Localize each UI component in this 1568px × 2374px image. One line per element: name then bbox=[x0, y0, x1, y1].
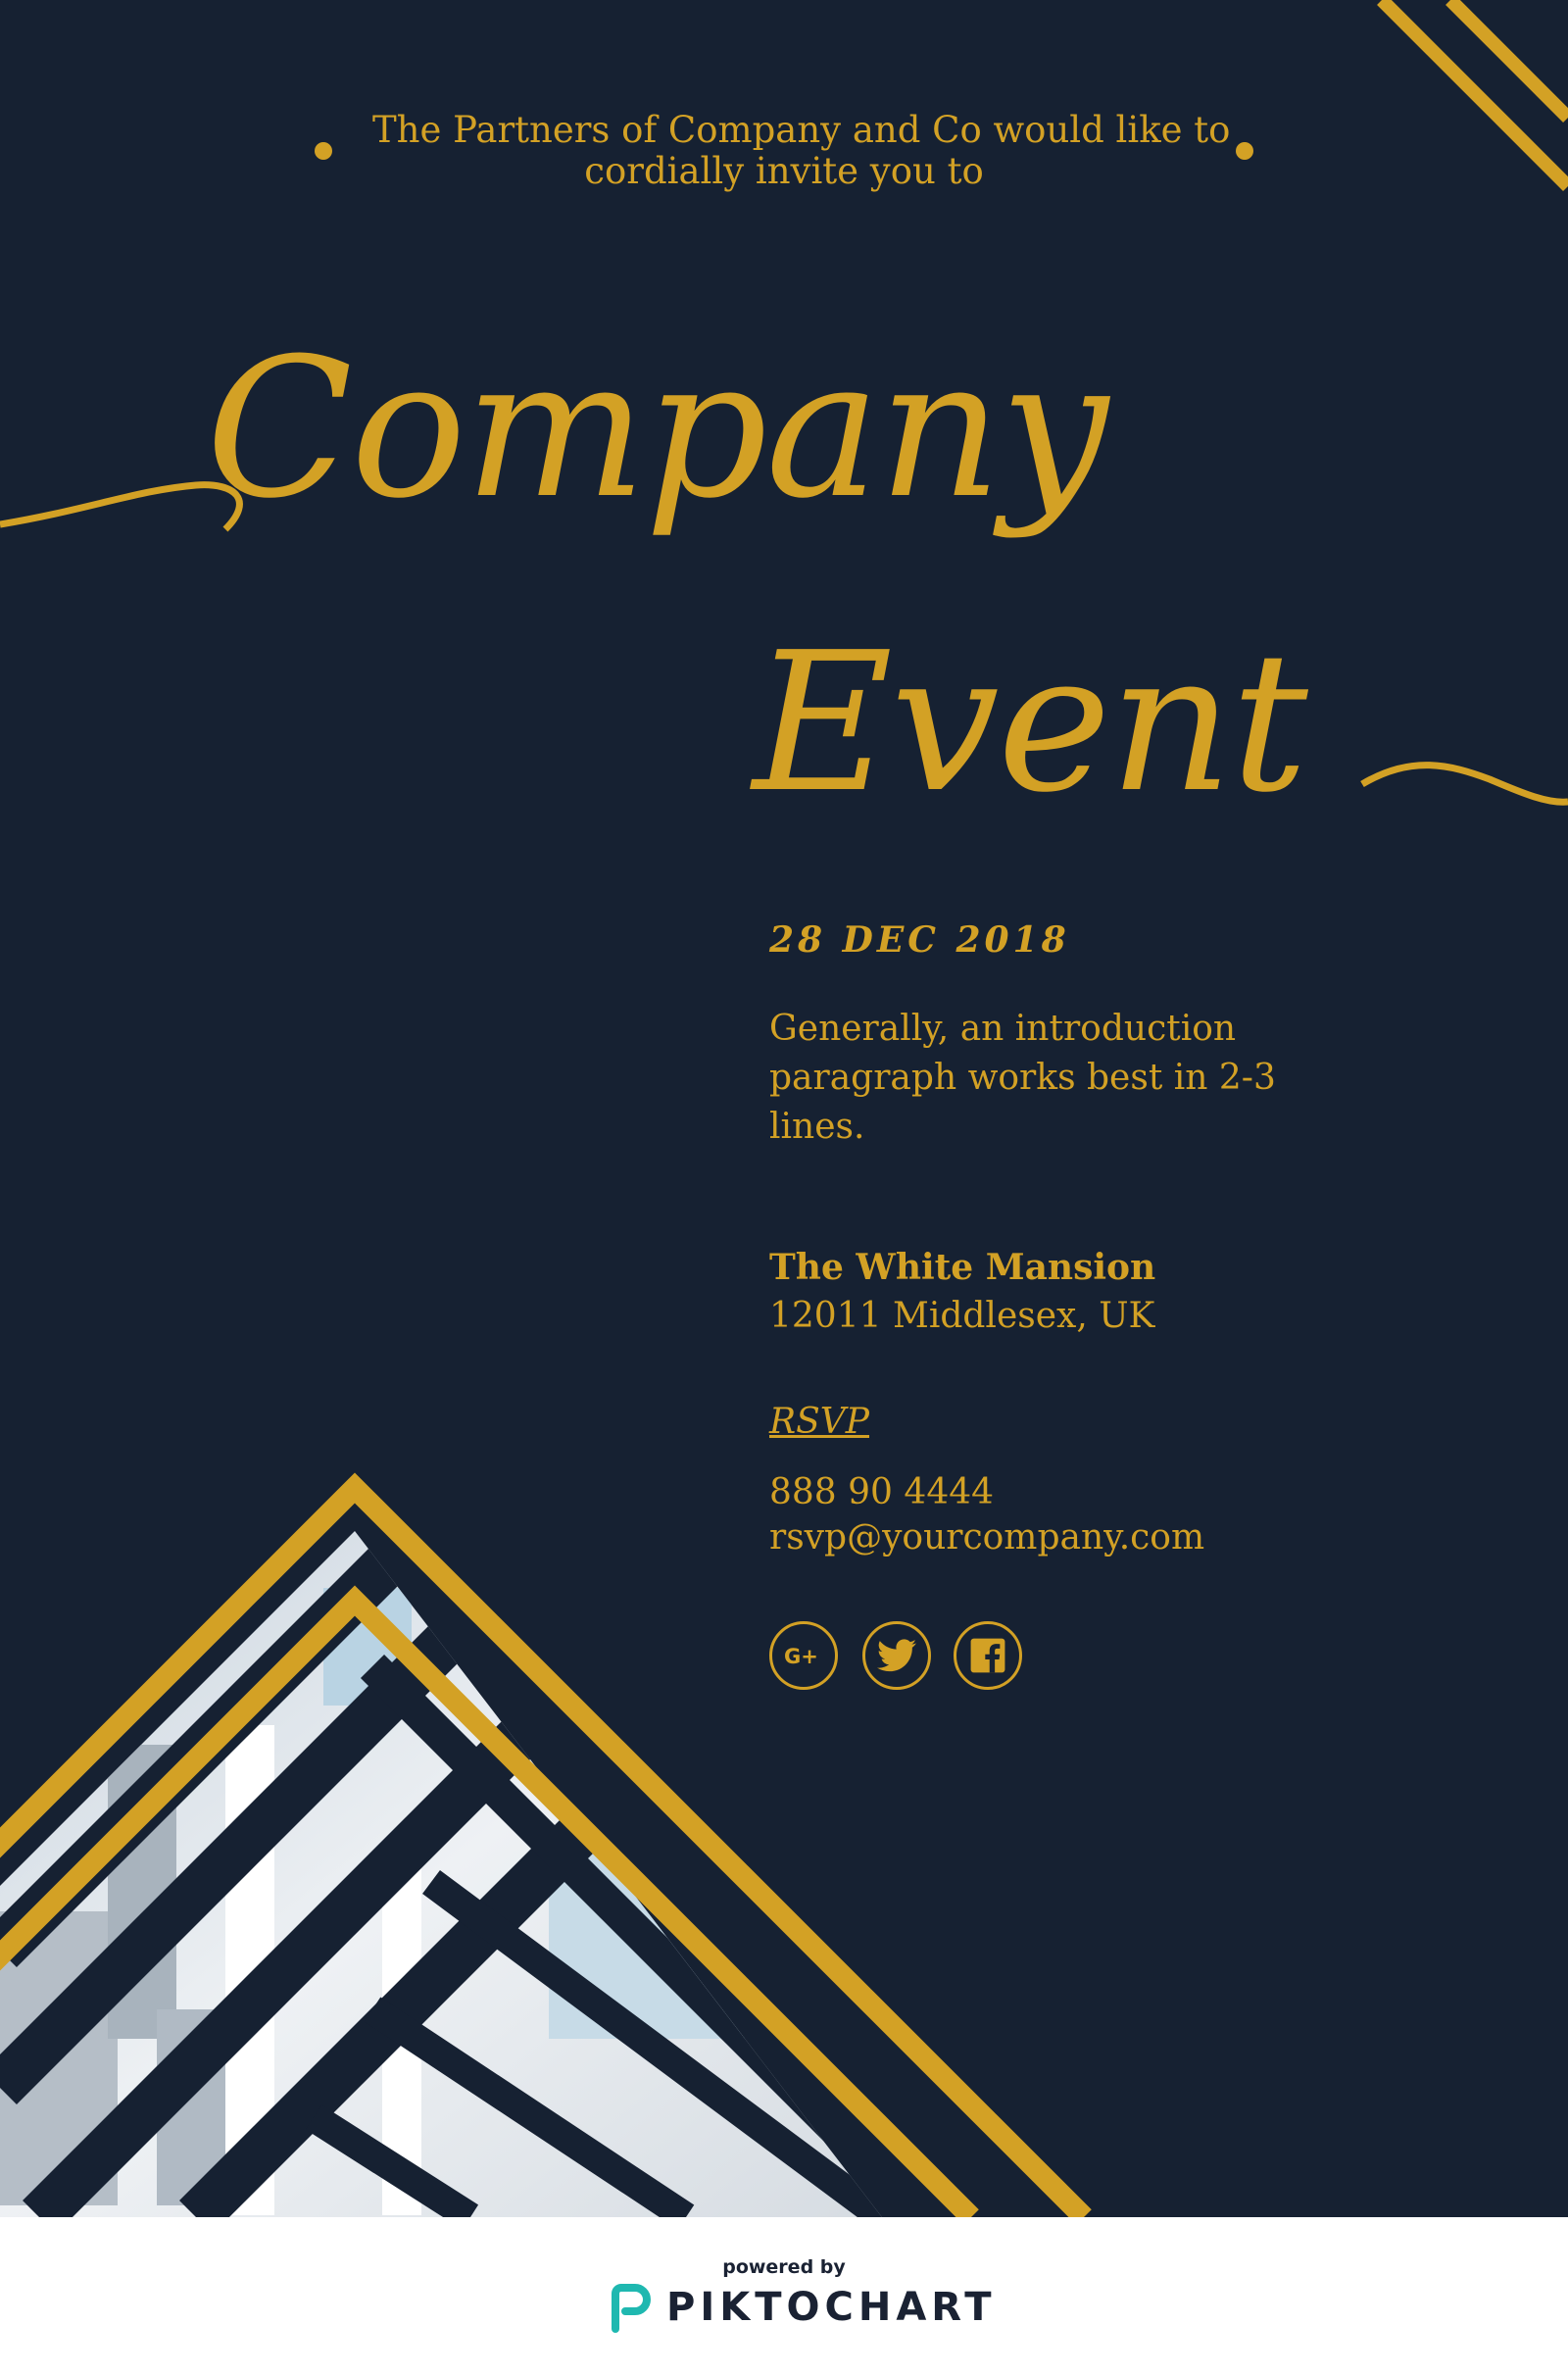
powered-by-footer: powered by PIKTOCHART bbox=[0, 2217, 1568, 2374]
facebook-icon bbox=[970, 1638, 1005, 1673]
piktochart-logo-icon bbox=[612, 2284, 651, 2333]
venue-address: 12011 Middlesex, UK bbox=[769, 1296, 1155, 1336]
decorative-dot bbox=[315, 142, 332, 160]
rsvp-email[interactable]: rsvp@yourcompany.com bbox=[769, 1517, 1204, 1558]
rsvp-phone: 888 90 4444 bbox=[769, 1472, 995, 1512]
rsvp-link[interactable]: RSVP bbox=[769, 1402, 869, 1442]
piktochart-brand[interactable]: PIKTOCHART bbox=[666, 2288, 997, 2327]
facebook-button[interactable] bbox=[954, 1621, 1022, 1690]
venue-name: The White Mansion bbox=[769, 1247, 1156, 1288]
event-title-line-2: Event bbox=[753, 612, 1308, 835]
invitation-poster: The Partners of Company and Co would lik… bbox=[0, 0, 1568, 2217]
intro-line: The Partners of Company and Co would lik… bbox=[372, 109, 1231, 151]
event-description: Generally, an introduction paragraph wor… bbox=[769, 1009, 1276, 1147]
event-title-line-1: Company bbox=[206, 318, 1108, 541]
twitter-icon bbox=[877, 1639, 916, 1672]
swash-right bbox=[1360, 762, 1568, 806]
event-date: 28 DEC 2018 bbox=[769, 919, 1070, 961]
corner-stripe bbox=[1446, 0, 1568, 123]
invitation-intro: The Partners of Company and Co would lik… bbox=[372, 109, 1231, 192]
intro-line: cordially invite you to bbox=[584, 150, 984, 192]
decorative-dot bbox=[1236, 142, 1253, 160]
twitter-button[interactable] bbox=[862, 1621, 931, 1690]
google-plus-button[interactable]: G+ bbox=[769, 1621, 838, 1690]
powered-by-text: powered by bbox=[722, 2256, 846, 2278]
google-plus-icon: G+ bbox=[784, 1645, 818, 1668]
swash-left bbox=[0, 481, 243, 532]
svg-text:G+: G+ bbox=[784, 1645, 818, 1668]
